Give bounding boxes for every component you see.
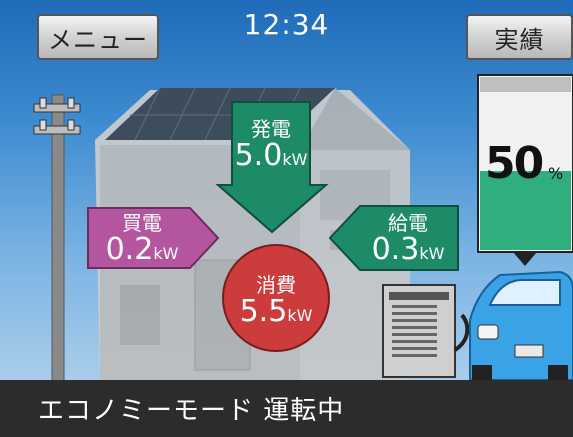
results-button[interactable]: 実績 (466, 14, 573, 60)
status-text: エコノミーモード 運転中 (38, 396, 345, 426)
consumption-circle (222, 244, 330, 352)
storage-battery-unit (382, 284, 470, 378)
status-bar: エコノミーモード 運転中 (0, 380, 573, 437)
purchase-arrow (87, 207, 220, 269)
electric-car (469, 270, 573, 381)
energy-monitor-screen: メニュー 12:34 実績 発電 5.0kW 買電 0.2kW 給電 0.3kW… (0, 0, 573, 437)
battery-percent: 50 (485, 138, 544, 189)
battery-percent-unit: % (548, 164, 564, 183)
utility-pole (33, 94, 81, 386)
scene-illustration (33, 74, 573, 386)
